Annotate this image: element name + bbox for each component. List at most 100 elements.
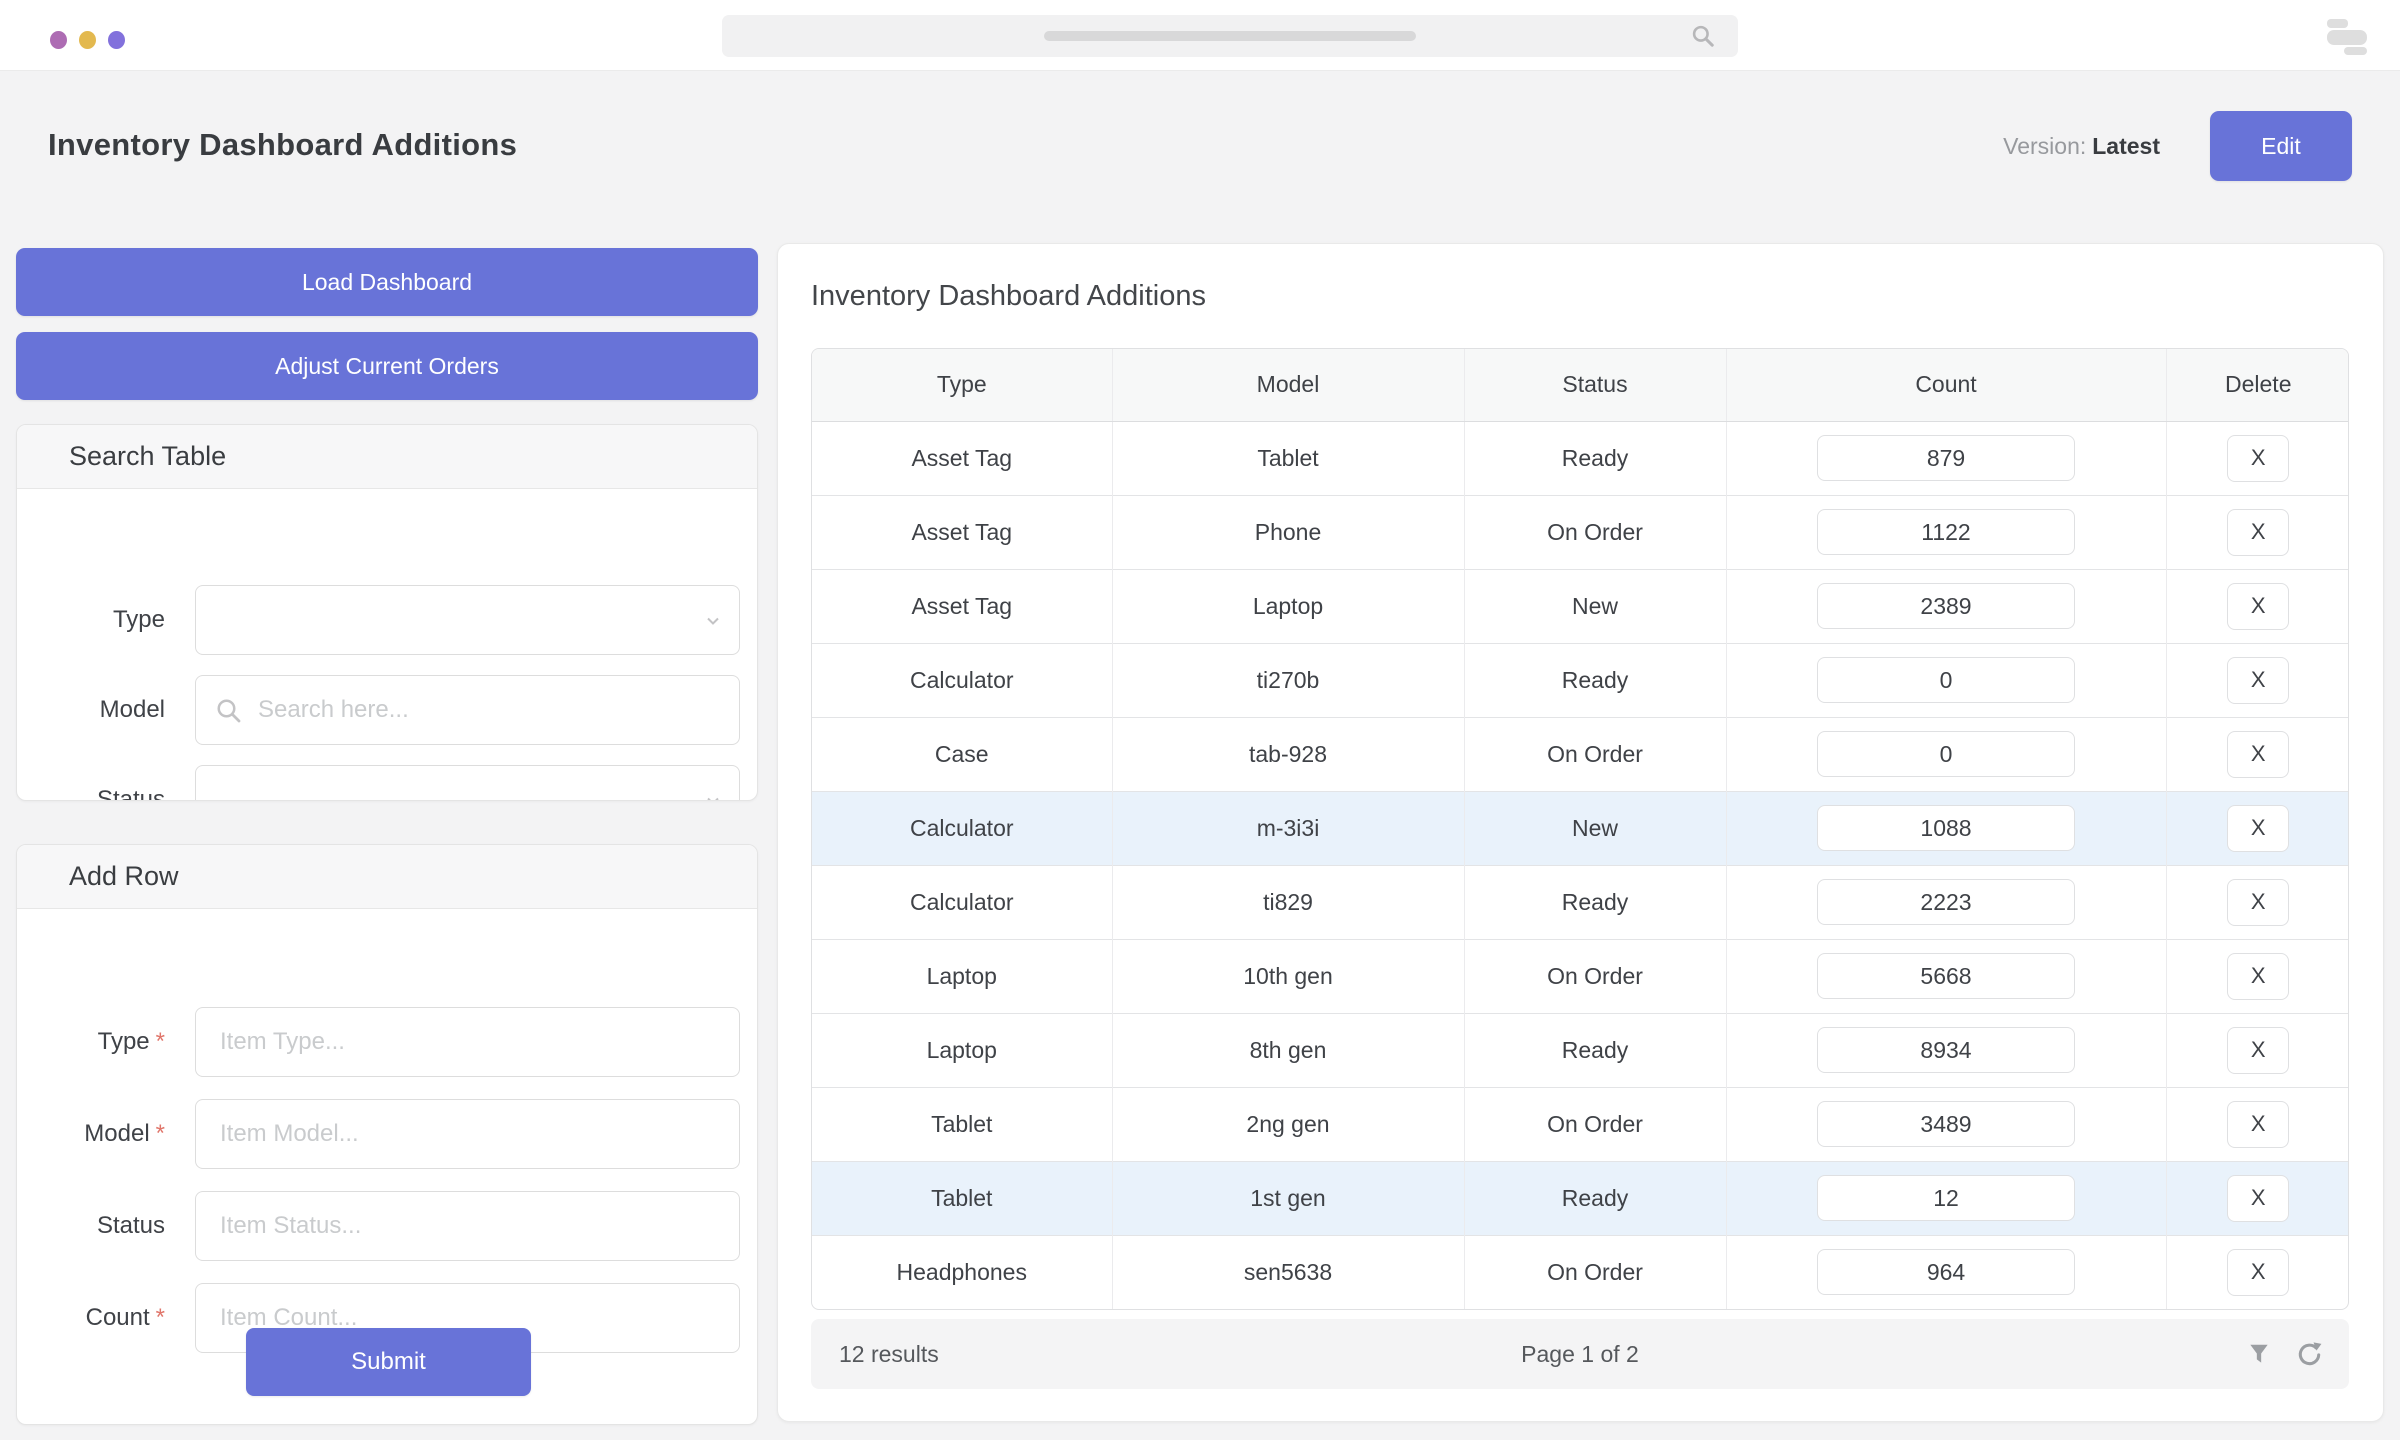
column-header-model[interactable]: Model xyxy=(1111,349,1464,422)
app-root: Inventory Dashboard Additions Version: La… xyxy=(0,0,2400,1440)
cell-count xyxy=(1725,643,2166,717)
cell-model: 8th gen xyxy=(1111,1013,1464,1087)
add-row-card: Add Row Type* Model* Status xyxy=(16,844,758,1425)
page-title: Inventory Dashboard Additions xyxy=(48,127,518,162)
add-status-label: Status xyxy=(96,1212,165,1239)
cell-status: Ready xyxy=(1463,865,1726,939)
cell-delete: X xyxy=(2165,1087,2348,1161)
column-header-count[interactable]: Count xyxy=(1725,349,2166,422)
search-table-card: Search Table Type Model Search here... S… xyxy=(16,424,758,801)
table-footer-actions xyxy=(2246,1341,2323,1368)
item-model-input[interactable] xyxy=(196,1100,739,1168)
cell-type: Asset Tag xyxy=(911,444,1013,471)
window-menu-icon[interactable] xyxy=(2327,18,2367,56)
cell-status: On Order xyxy=(1463,1235,1726,1309)
count-input[interactable] xyxy=(1817,879,2075,925)
search-icon xyxy=(214,696,244,726)
count-input[interactable] xyxy=(1817,1175,2075,1221)
cell-type: Tablet xyxy=(931,1184,993,1211)
window-titlebar xyxy=(0,0,2400,71)
address-placeholder-line xyxy=(1044,31,1416,41)
cell-type: Laptop xyxy=(926,1036,997,1063)
cell-type: Calculator xyxy=(909,888,1014,915)
cell-delete: X xyxy=(2165,643,2348,717)
cell-delete: X xyxy=(2165,939,2348,1013)
refresh-icon[interactable] xyxy=(2296,1341,2323,1368)
count-input[interactable] xyxy=(1817,1249,2075,1296)
cell-status: On Order xyxy=(1463,939,1726,1013)
count-input[interactable] xyxy=(1817,731,2075,777)
browser-address-bar[interactable] xyxy=(722,15,1738,57)
cell-type: Asset Tag xyxy=(911,518,1013,545)
count-input[interactable] xyxy=(1817,953,2075,999)
cell-status: Ready xyxy=(1463,1161,1726,1235)
submit-button[interactable]: Submit xyxy=(246,1328,531,1396)
column-header-type[interactable]: Type xyxy=(812,349,1112,422)
count-input[interactable] xyxy=(1817,509,2075,555)
item-status-input[interactable] xyxy=(196,1192,739,1260)
count-input[interactable] xyxy=(1817,657,2075,703)
adjust-current-orders-button[interactable]: Adjust Current Orders xyxy=(16,332,758,400)
filter-icon[interactable] xyxy=(2246,1341,2272,1367)
delete-button[interactable]: X xyxy=(2227,582,2290,630)
delete-button[interactable]: X xyxy=(2227,1100,2290,1148)
count-input[interactable] xyxy=(1817,583,2075,629)
window-dot-1[interactable] xyxy=(50,31,67,49)
table-row: Laptop 10th gen On Order X xyxy=(812,939,2348,1013)
count-input[interactable] xyxy=(1817,1027,2075,1073)
window-dot-3[interactable] xyxy=(108,31,125,49)
search-table-card-title: Search Table xyxy=(17,425,757,489)
table-row: Calculator ti829 Ready X xyxy=(812,865,2348,939)
delete-button[interactable]: X xyxy=(2227,656,2290,704)
delete-button[interactable]: X xyxy=(2227,508,2290,556)
add-model-label: Model * xyxy=(84,1120,165,1147)
cell-count xyxy=(1725,495,2166,569)
cell-type: Calculator xyxy=(909,666,1014,693)
cell-delete: X xyxy=(2165,791,2348,865)
cell-delete: X xyxy=(2165,865,2348,939)
table-row: Calculator ti270b Ready X xyxy=(812,643,2348,717)
delete-button[interactable]: X xyxy=(2227,434,2290,482)
delete-button[interactable]: X xyxy=(2227,1174,2290,1222)
cell-delete: X xyxy=(2165,1161,2348,1235)
inventory-panel: Inventory Dashboard Additions Type Model… xyxy=(777,243,2384,1422)
cell-model: ti270b xyxy=(1111,643,1464,717)
cell-status: Ready xyxy=(1463,643,1726,717)
table-row: Calculator m-3i3i New X xyxy=(812,791,2348,865)
search-status-select[interactable] xyxy=(195,765,740,800)
table-row: Laptop 8th gen Ready X xyxy=(812,1013,2348,1087)
count-input[interactable] xyxy=(1817,805,2075,851)
cell-type: Tablet xyxy=(931,1110,993,1137)
count-input[interactable] xyxy=(1817,1101,2075,1147)
window-dot-2[interactable] xyxy=(79,31,96,49)
cell-status: Ready xyxy=(1463,1013,1726,1087)
version-label: Version: xyxy=(2003,132,2087,159)
delete-button[interactable]: X xyxy=(2227,878,2290,926)
search-model-field[interactable]: Search here... xyxy=(195,675,740,745)
inventory-table: Type Model Status Count Delete Asset Tag… xyxy=(811,348,2349,1310)
cell-delete: X xyxy=(2165,569,2348,643)
cell-count xyxy=(1725,569,2166,643)
item-type-input[interactable] xyxy=(196,1008,739,1076)
required-asterisk: * xyxy=(155,1028,165,1055)
cell-type: Calculator xyxy=(909,814,1014,841)
cell-model: Laptop xyxy=(1111,569,1464,643)
delete-button[interactable]: X xyxy=(2227,1026,2290,1074)
delete-button[interactable]: X xyxy=(2227,1248,2290,1296)
cell-model: Phone xyxy=(1111,495,1464,569)
count-input[interactable] xyxy=(1817,435,2075,481)
header-actions: Version: Latest Edit xyxy=(2003,111,2352,181)
cell-delete: X xyxy=(2165,1013,2348,1087)
column-header-status[interactable]: Status xyxy=(1463,349,1726,422)
version-value: Latest xyxy=(2092,132,2160,159)
cell-count xyxy=(1725,1087,2166,1161)
load-dashboard-button[interactable]: Load Dashboard xyxy=(16,248,758,316)
add-status-row: Status xyxy=(17,1191,757,1261)
column-header-delete[interactable]: Delete xyxy=(2165,349,2348,422)
delete-button[interactable]: X xyxy=(2227,952,2290,1000)
delete-button[interactable]: X xyxy=(2227,730,2290,778)
search-type-select[interactable] xyxy=(195,585,740,655)
required-asterisk: * xyxy=(155,1304,165,1331)
edit-button[interactable]: Edit xyxy=(2210,111,2352,181)
delete-button[interactable]: X xyxy=(2227,804,2290,852)
